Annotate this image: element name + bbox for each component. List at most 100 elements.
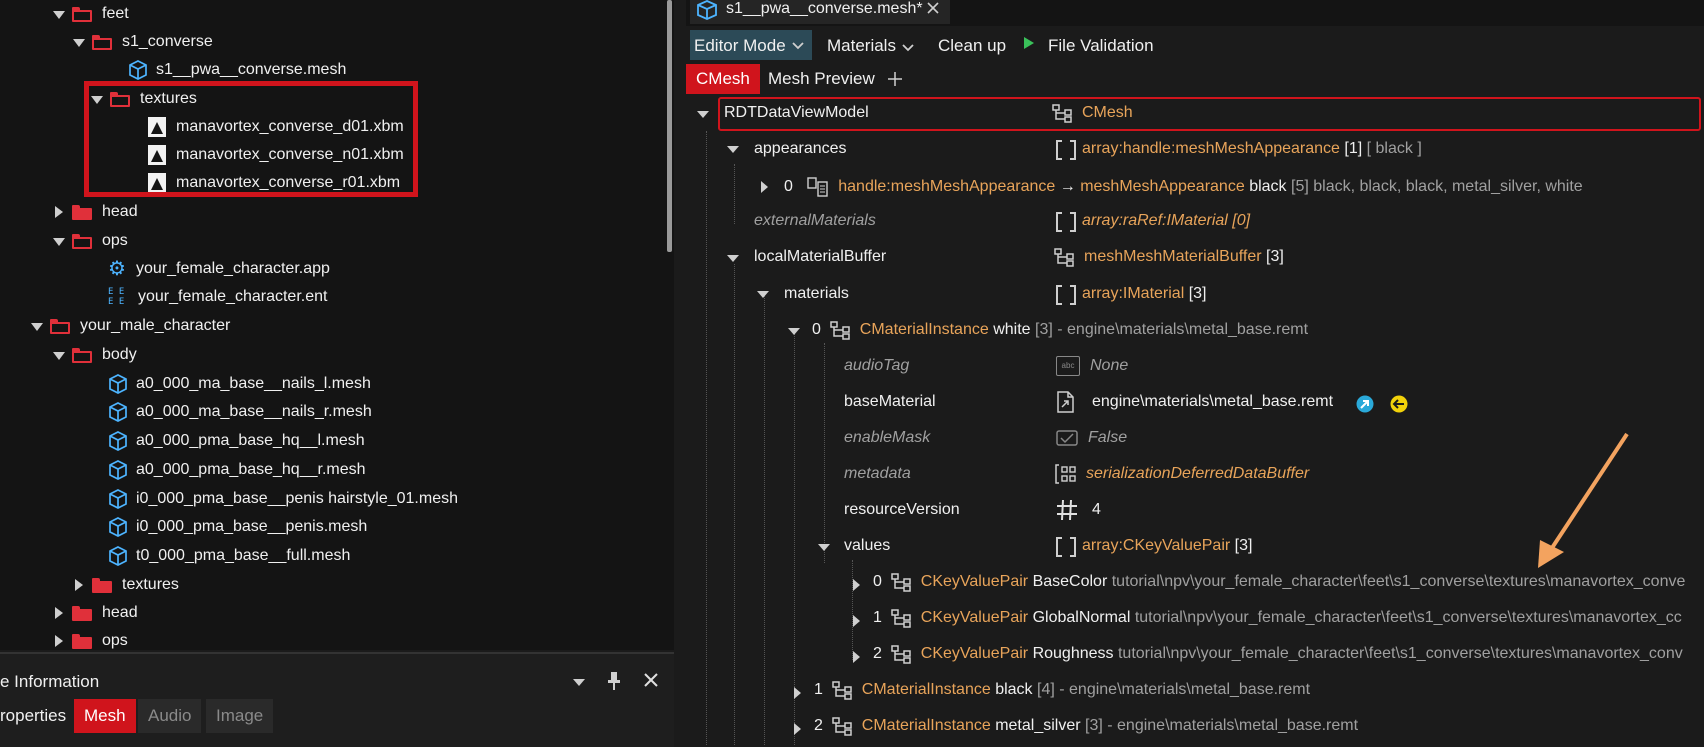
folder-icon — [72, 633, 92, 649]
file-validation-button[interactable]: File Validation — [1044, 32, 1158, 60]
tab-properties[interactable]: roperties — [0, 699, 76, 733]
mesh-icon — [108, 489, 128, 509]
document-tab-title: s1__pwa__converse.mesh* — [726, 0, 923, 17]
tree-item[interactable]: i0_000_pma_base__penis hairstyle_01.mesh — [108, 485, 458, 513]
tab-cmesh[interactable]: CMesh — [686, 64, 760, 94]
hierarchy-icon — [891, 573, 911, 592]
tree-item[interactable]: feet — [50, 0, 129, 28]
tree-item[interactable]: body — [50, 341, 137, 369]
folder-open-icon — [72, 347, 92, 363]
expand-toggle[interactable] — [849, 650, 863, 664]
tree-item[interactable]: head — [50, 198, 138, 226]
expand-toggle[interactable] — [757, 180, 771, 194]
folder-icon — [92, 577, 112, 593]
value-text: 4 — [1092, 501, 1101, 518]
expand-arrow-icon[interactable] — [50, 604, 68, 622]
tree-item[interactable]: textures — [70, 571, 179, 599]
tree-item[interactable]: head — [50, 599, 138, 627]
tree-item-label: ops — [102, 232, 128, 249]
tab-audio[interactable]: Audio — [138, 699, 202, 733]
tree-scrollbar[interactable] — [667, 0, 672, 252]
appearance-row[interactable]: 0 handle:meshMeshAppearance → meshMeshAp… — [784, 170, 1583, 204]
prop-name-values: values — [844, 537, 891, 554]
row-index: 2 — [873, 645, 882, 662]
expand-toggle[interactable] — [726, 142, 740, 156]
tree-item[interactable]: a0_000_ma_base__nails_r.mesh — [108, 398, 372, 426]
tab-mesh-preview[interactable]: Mesh Preview — [758, 64, 885, 94]
expand-toggle[interactable] — [787, 324, 801, 338]
tree-item[interactable]: ops — [50, 227, 128, 255]
tree-item[interactable]: t0_000_pma_base__full.mesh — [108, 542, 350, 570]
material-row-0[interactable]: 0 CMaterialInstance white [3] - engine\m… — [812, 313, 1308, 347]
collapse-arrow-icon[interactable] — [50, 5, 68, 23]
tree-item[interactable]: s1__pwa__converse.mesh — [128, 56, 346, 84]
tree-guide — [734, 264, 735, 745]
tree-item-label: s1_converse — [122, 33, 213, 50]
kv-row-0[interactable]: 0 CKeyValuePair BaseColor tutorial\npv\y… — [873, 565, 1698, 599]
hierarchy-icon — [1054, 248, 1074, 267]
tree-item[interactable]: a0_000_ma_base__nails_l.mesh — [108, 370, 371, 398]
hierarchy-icon — [832, 681, 852, 700]
collapse-arrow-icon[interactable] — [50, 346, 68, 364]
tree-item[interactable]: a0_000_pma_base_hq__r.mesh — [108, 456, 366, 484]
hierarchy-icon — [1052, 104, 1072, 123]
tree-item-label: t0_000_pma_base__full.mesh — [136, 547, 351, 564]
value-name: black — [1249, 178, 1287, 195]
array-icon — [1054, 536, 1076, 557]
open-link-icon[interactable] — [1356, 395, 1374, 413]
tree-item[interactable]: E EE E your_female_character.ent — [108, 283, 327, 311]
value-path: tutorial\npv\your_female_character\feet\… — [1117, 645, 1683, 662]
value-type: handle:meshMeshAppearance — [838, 178, 1056, 195]
expand-toggle[interactable] — [849, 614, 863, 628]
tree-item-label: s1__pwa__converse.mesh — [156, 61, 347, 78]
expand-toggle[interactable] — [790, 722, 804, 736]
collapse-arrow-icon[interactable] — [50, 232, 68, 250]
row-index: 0 — [812, 321, 821, 338]
close-icon[interactable] — [643, 672, 659, 688]
value-path: tutorial\npv\your_female_character\feet\… — [1134, 609, 1682, 626]
expand-toggle[interactable] — [726, 251, 740, 265]
tree-guide — [794, 330, 795, 745]
expand-toggle[interactable] — [817, 540, 831, 554]
tree-item[interactable]: s1_converse — [70, 28, 213, 56]
cleanup-button[interactable]: Clean up — [934, 32, 1010, 60]
folder-icon — [72, 204, 92, 220]
back-arrow-icon[interactable] — [1390, 395, 1408, 413]
collapse-arrow-icon[interactable] — [28, 317, 46, 335]
row-index: 2 — [814, 717, 823, 734]
expand-toggle[interactable] — [696, 107, 710, 121]
pin-icon[interactable] — [605, 671, 623, 691]
play-icon[interactable] — [1023, 36, 1035, 50]
prop-name-external-materials: externalMaterials — [754, 212, 876, 229]
tab-mesh[interactable]: Mesh — [74, 699, 136, 733]
expand-arrow-icon[interactable] — [50, 632, 68, 650]
expand-toggle[interactable] — [756, 287, 770, 301]
material-row-2[interactable]: 2 CMaterialInstance metal_silver [3] - e… — [814, 709, 1358, 743]
collapse-arrow-icon[interactable] — [70, 33, 88, 51]
tree-item[interactable]: i0_000_pma_base__penis.mesh — [108, 513, 367, 541]
expand-toggle[interactable] — [849, 578, 863, 592]
material-row-1[interactable]: 1 CMaterialInstance black [4] - engine\m… — [814, 673, 1310, 707]
tree-item-label: a0_000_ma_base__nails_r.mesh — [136, 403, 372, 420]
folder-open-icon — [92, 34, 112, 50]
expand-toggle[interactable] — [790, 686, 804, 700]
materials-menu[interactable]: Materials — [823, 32, 900, 60]
tab-image[interactable]: Image — [206, 699, 274, 733]
add-tab-icon[interactable] — [887, 71, 903, 87]
expand-arrow-icon[interactable] — [50, 203, 68, 221]
tree-item[interactable]: ⚙ your_female_character.app — [108, 255, 330, 283]
value-type: array:CKeyValuePair — [1082, 537, 1231, 554]
chevron-down-icon[interactable] — [572, 675, 586, 689]
close-tab-icon[interactable] — [926, 1, 940, 15]
value-text: CMesh — [1082, 104, 1133, 121]
array-icon — [1054, 284, 1076, 305]
expand-arrow-icon[interactable] — [70, 576, 88, 594]
value-type: array:handle:meshMeshAppearance — [1082, 140, 1340, 157]
tree-item[interactable]: a0_000_pma_base_hq__l.mesh — [108, 427, 365, 455]
kv-row-2[interactable]: 2 CKeyValuePair Roughness tutorial\npv\y… — [873, 637, 1698, 671]
value-type: CKeyValuePair — [920, 573, 1029, 590]
kv-row-1[interactable]: 1 CKeyValuePair GlobalNormal tutorial\np… — [873, 601, 1698, 635]
tree-item[interactable]: ops — [50, 627, 128, 655]
tree-item[interactable]: your_male_character — [28, 312, 230, 340]
tree-item-label: i0_000_pma_base__penis hairstyle_01.mesh — [136, 490, 458, 507]
